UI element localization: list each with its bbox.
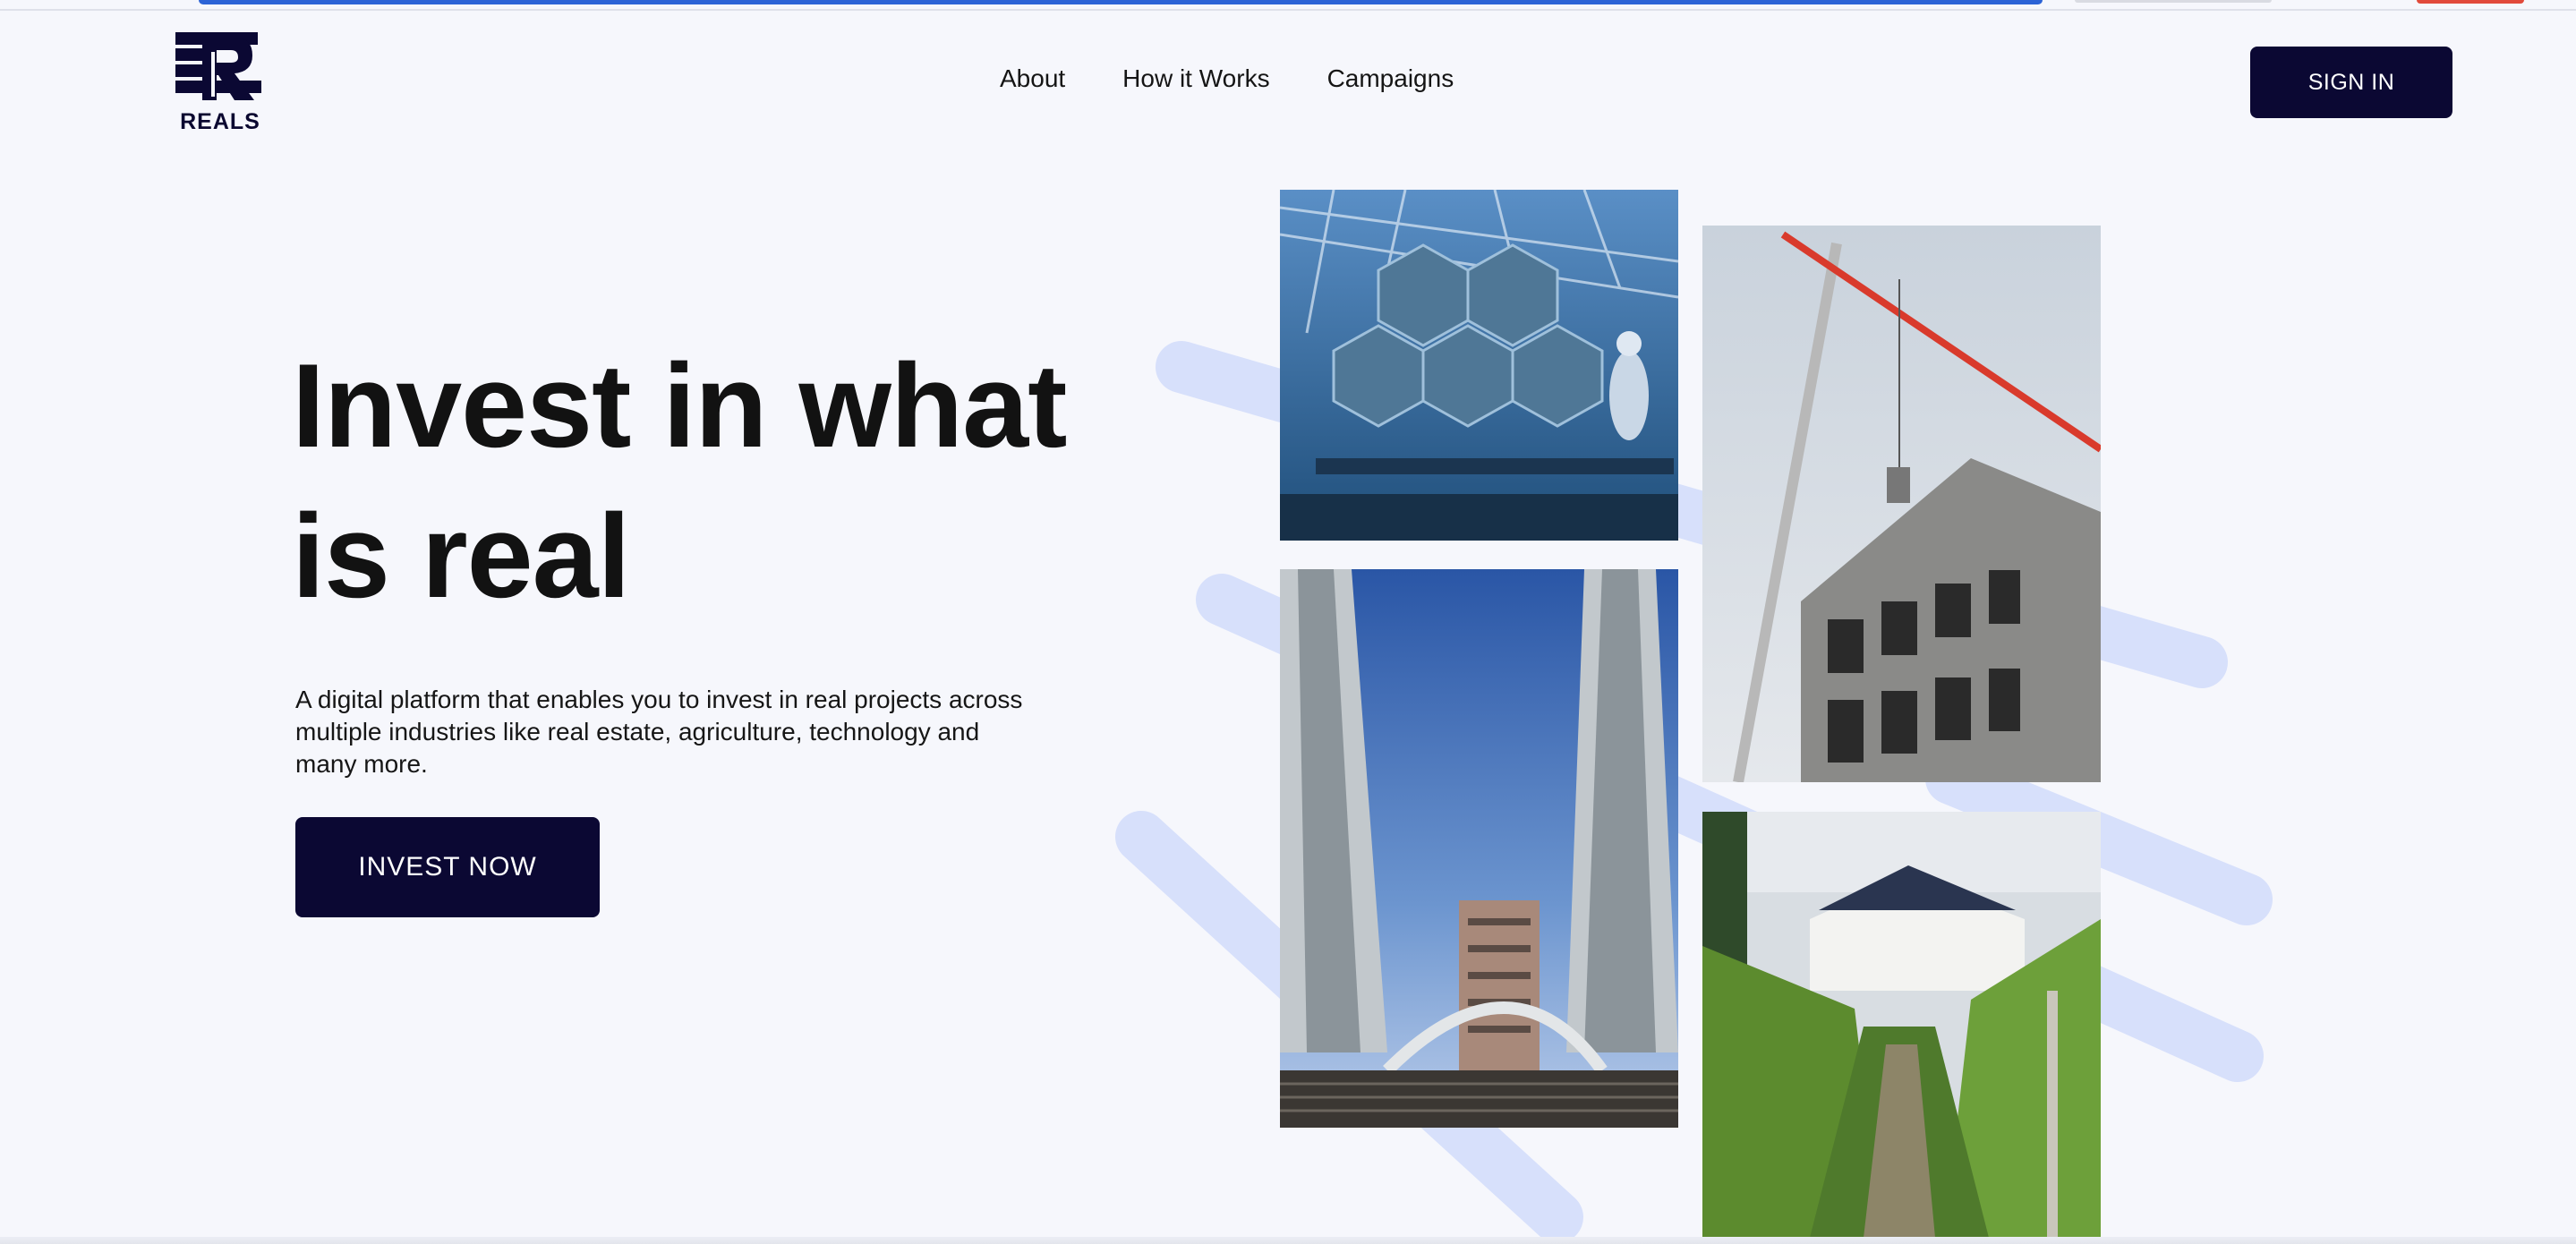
hero-title-line1: Invest in what	[292, 340, 1067, 473]
page-bottom-edge	[0, 1237, 2576, 1244]
reals-logo[interactable]: REALS	[175, 32, 265, 136]
invest-now-button[interactable]: INVEST NOW	[295, 817, 600, 917]
loading-bar	[199, 0, 2043, 4]
logo-mark-icon	[175, 32, 261, 100]
sign-in-button[interactable]: SIGN IN	[2250, 47, 2452, 118]
construction-crane-photo	[1702, 226, 2101, 782]
telescope-mirror-photo	[1280, 190, 1678, 541]
main-nav: About How it Works Campaigns	[1000, 64, 1454, 93]
nav-about[interactable]: About	[1000, 64, 1065, 93]
tab-indicator-red	[2417, 0, 2524, 4]
hero-title: Invest in what is real	[292, 331, 1097, 632]
nav-campaigns[interactable]: Campaigns	[1327, 64, 1454, 93]
vineyard-photo	[1702, 812, 2101, 1238]
bridge-towers-photo	[1280, 569, 1678, 1128]
browser-top-strip	[0, 0, 2576, 11]
logo-wordmark: REALS	[180, 109, 260, 134]
nav-how-it-works[interactable]: How it Works	[1122, 64, 1269, 93]
hero-subtitle: A digital platform that enables you to i…	[295, 686, 1023, 778]
hero-title-line2: is real	[292, 490, 631, 623]
tab-indicator	[2075, 0, 2272, 3]
